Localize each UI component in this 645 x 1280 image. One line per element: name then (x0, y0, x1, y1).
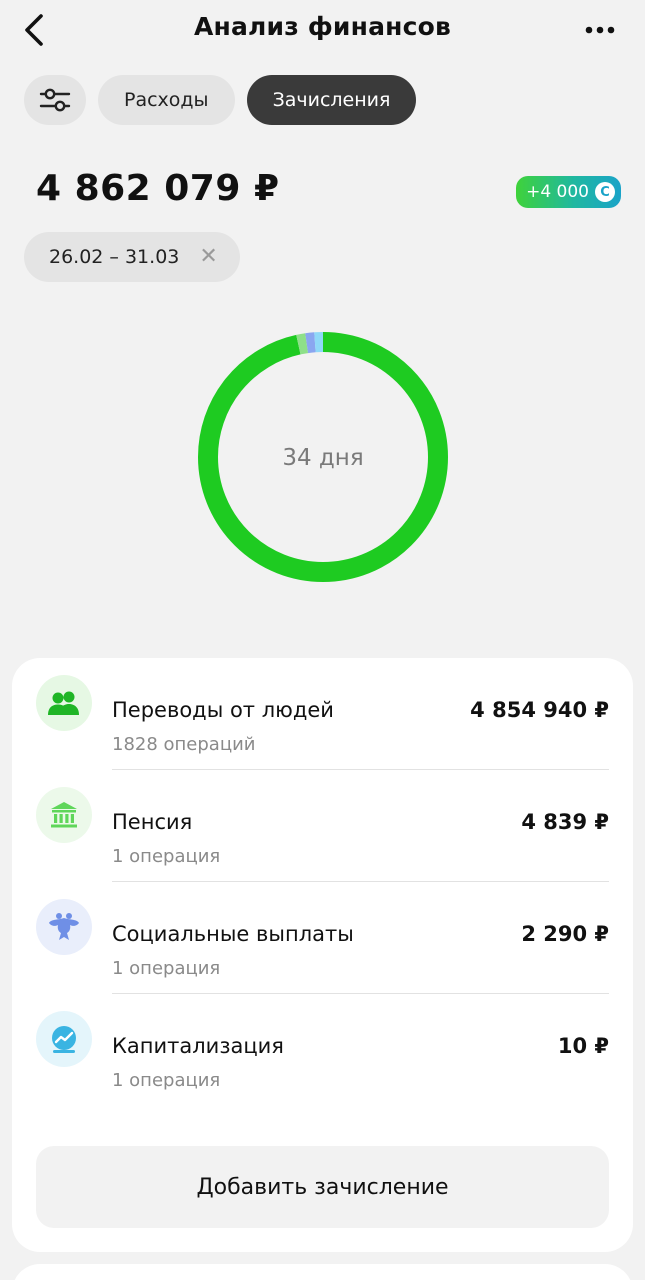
category-icon-circle (36, 1011, 92, 1067)
finance-analysis-screen: Анализ финансов Расходы Зачисления 4 862… (0, 0, 645, 1280)
category-name: Пенсия (112, 810, 193, 834)
more-horizontal-icon (585, 26, 615, 34)
category-name: Социальные выплаты (112, 922, 354, 946)
income-donut-chart: 34 дня (197, 331, 449, 583)
category-amount: 4 839 ₽ (521, 810, 609, 834)
eagle-emblem-icon (49, 913, 79, 940)
category-amount: 10 ₽ (557, 1034, 609, 1058)
bonus-coin-icon: С (595, 182, 615, 202)
growth-chart-icon (52, 1026, 76, 1053)
category-row[interactable]: Социальные выплаты 1 операция 2 290 ₽ (36, 882, 609, 994)
add-income-button[interactable]: Добавить зачисление (36, 1146, 609, 1228)
sliders-icon (39, 88, 71, 112)
total-amount: 4 862 079 ₽ (36, 168, 280, 209)
bonus-badge[interactable]: +4 000 С (516, 176, 621, 208)
category-name: Капитализация (112, 1034, 284, 1058)
filter-row: Расходы Зачисления (24, 75, 417, 125)
tab-income[interactable]: Зачисления (246, 75, 417, 125)
category-count: 1 операция (112, 1070, 221, 1091)
category-icon-circle (36, 787, 92, 843)
more-button[interactable] (577, 10, 623, 50)
category-count: 1828 операций (112, 734, 256, 755)
filter-settings-button[interactable] (24, 75, 86, 125)
category-icon-circle (36, 675, 92, 731)
donut-center-label: 34 дня (282, 445, 364, 471)
period-filter-chip[interactable]: 26.02 – 31.03 ✕ (24, 232, 240, 282)
category-count: 1 операция (112, 846, 221, 867)
category-icon-circle (36, 899, 92, 955)
category-row[interactable]: Пенсия 1 операция 4 839 ₽ (36, 770, 609, 882)
period-label: 26.02 – 31.03 (49, 246, 180, 268)
tab-expenses[interactable]: Расходы (98, 75, 235, 125)
categories-card: Переводы от людей 1828 операций 4 854 94… (12, 658, 633, 1252)
clear-period-icon[interactable]: ✕ (199, 246, 217, 268)
category-amount: 4 854 940 ₽ (470, 698, 609, 722)
page-title: Анализ финансов (193, 12, 452, 41)
category-name: Переводы от людей (112, 698, 334, 722)
category-row[interactable]: Переводы от людей 1828 операций 4 854 94… (36, 658, 609, 770)
category-amount: 2 290 ₽ (521, 922, 609, 946)
bank-icon (51, 802, 77, 828)
next-card (12, 1264, 633, 1280)
people-icon (48, 691, 79, 715)
bonus-amount: +4 000 (526, 182, 589, 202)
category-count: 1 операция (112, 958, 221, 979)
category-row[interactable]: Капитализация 1 операция 10 ₽ (36, 994, 609, 1106)
